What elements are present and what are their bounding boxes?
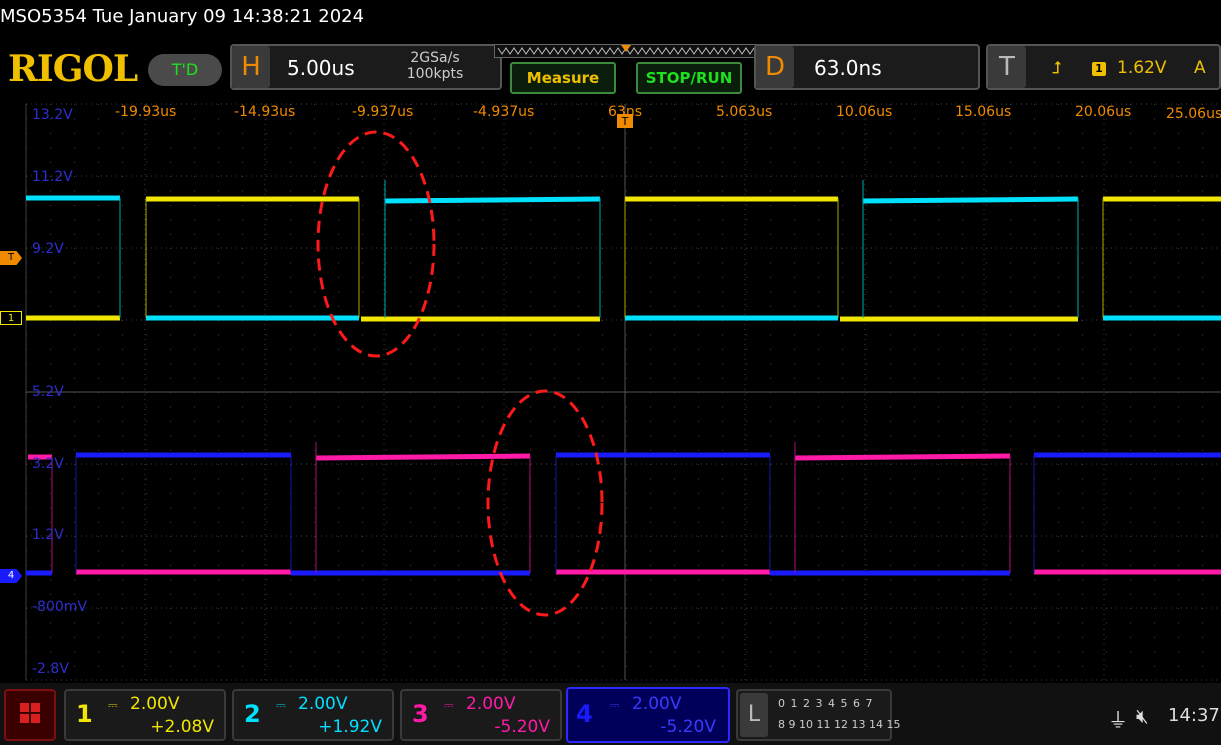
volt-label: 13.2V (32, 107, 73, 123)
volt-label: -2.8V (32, 661, 69, 677)
trigger-mode[interactable]: A (1194, 58, 1206, 78)
time-label: 20.06us (1075, 104, 1132, 120)
ch1-number: 1 (76, 700, 93, 728)
ch1-offset: +2.08V (150, 717, 214, 737)
trigger-position-marker (621, 45, 631, 52)
sample-info: 2GSa/s 100kpts (395, 50, 475, 82)
ch2-number: 2 (244, 700, 261, 728)
dc-coupling-icon: ⎓ (276, 698, 286, 712)
waveform-display[interactable]: T (0, 98, 1221, 683)
volt-label: 1.2V (32, 527, 64, 543)
time-label: 63ns (608, 104, 642, 120)
trigger-level[interactable]: 1.62V (1117, 58, 1166, 78)
time-label: -4.937us (473, 104, 535, 120)
ch1-offset-marker[interactable]: 1 (0, 311, 22, 325)
ch3-number: 3 (412, 700, 429, 728)
time-label: -14.93us (234, 104, 296, 120)
usb-icon: ⏚ (1108, 708, 1128, 732)
volt-label: 5.2V (32, 384, 64, 400)
time-label: 15.06us (955, 104, 1012, 120)
dc-coupling-icon: ⎓ (444, 698, 454, 712)
time-label: -9.937us (352, 104, 414, 120)
volt-label: -800mV (32, 599, 87, 615)
trigger-source-badge: 1 (1092, 62, 1106, 76)
ch4-scale: 2.00V (632, 694, 682, 714)
stop-run-button[interactable]: STOP/RUN (636, 62, 742, 94)
time-label: 5.063us (716, 104, 773, 120)
logic-channels-row1: 0 1 2 3 4 5 6 7 (778, 697, 874, 710)
dc-coupling-icon: ⎓ (610, 698, 620, 712)
logic-label: L (740, 693, 768, 737)
ch2-offset: +1.92V (318, 717, 382, 737)
volt-label: 3.2V (32, 456, 64, 472)
volt-label: 11.2V (32, 169, 73, 185)
trigger-label: T (988, 46, 1026, 88)
delay-label: D (756, 46, 794, 88)
speaker-mute-icon[interactable]: 🔇︎ (1136, 704, 1149, 728)
logic-channels-row2: 8 9 10 11 12 13 14 15 (778, 718, 901, 731)
window-title: MSO5354 Tue January 09 14:38:21 2024 (0, 6, 365, 27)
clock: 14:37 (1168, 705, 1220, 726)
horizontal-label: H (232, 46, 270, 88)
time-label: 25.06us (1166, 106, 1221, 122)
time-label: 10.06us (836, 104, 893, 120)
ch3-scale: 2.00V (466, 694, 516, 714)
delay-value[interactable]: 63.0ns (814, 56, 882, 80)
menu-button[interactable] (4, 689, 56, 741)
ch4-number: 4 (576, 700, 593, 728)
measure-button[interactable]: Measure (510, 62, 616, 94)
memory-depth: 100kpts (406, 66, 464, 82)
dc-coupling-icon: ⎓ (108, 698, 118, 712)
rising-edge-icon: ⮥ (1052, 58, 1063, 78)
menu-grid-icon (20, 703, 40, 723)
run-status-badge[interactable]: T'D (148, 54, 222, 86)
brand-logo: RIGOL (8, 48, 138, 90)
ch1-scale: 2.00V (130, 694, 180, 714)
time-label: -19.93us (115, 104, 177, 120)
ch4-offset: -5.20V (660, 717, 716, 737)
volt-label: 9.2V (32, 241, 64, 257)
ch3-offset: -5.20V (494, 717, 550, 737)
timebase-value[interactable]: 5.00us (287, 56, 355, 80)
ch2-scale: 2.00V (298, 694, 348, 714)
sample-rate: 2GSa/s (410, 50, 460, 66)
